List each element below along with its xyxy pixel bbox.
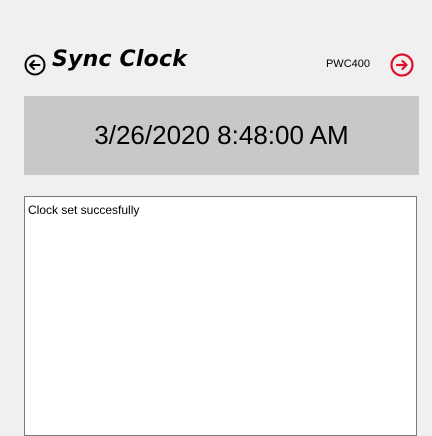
page-title: Sync Clock (52, 47, 188, 72)
device-label: PWC400 (325, 58, 370, 70)
next-button[interactable] (390, 53, 414, 77)
datetime-display: 3/26/2020 8:48:00 AM (24, 96, 419, 175)
header: Sync Clock PWC400 (0, 0, 432, 96)
log-textbox[interactable]: Clock set succesfully (24, 196, 417, 436)
circle-arrow-right-icon (390, 53, 414, 77)
circle-arrow-left-icon (24, 54, 46, 76)
datetime-value: 3/26/2020 8:48:00 AM (94, 120, 349, 150)
log-line: Clock set succesfully (28, 203, 140, 217)
back-button[interactable] (24, 54, 46, 76)
